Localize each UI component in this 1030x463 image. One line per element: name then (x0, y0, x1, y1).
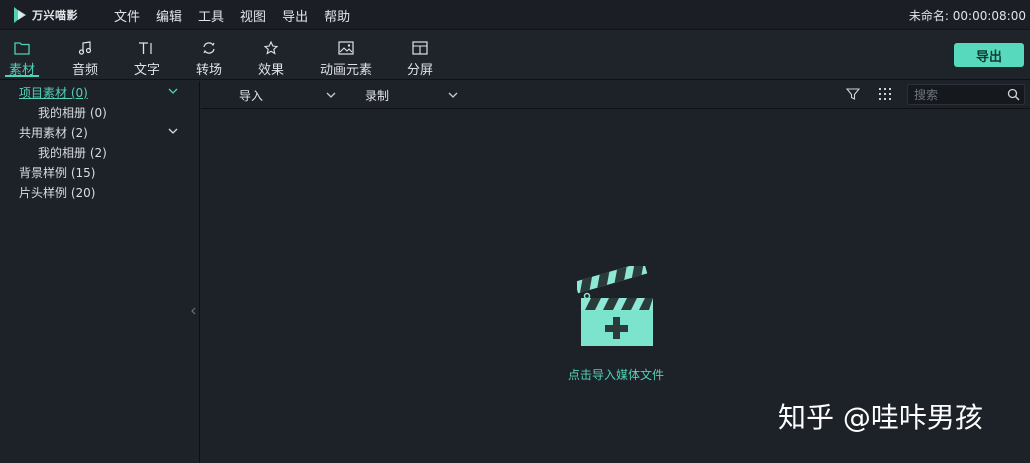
filter-icon[interactable] (846, 87, 860, 101)
media-library-sidebar: 项目素材 (0) 我的相册 (0) 共用素材 (2) 我的相册 (2) 背景样例… (0, 81, 200, 463)
watermark: 知乎 @哇咔男孩 (778, 401, 983, 434)
menu-view[interactable]: 视图 (240, 6, 266, 25)
chevron-down-icon[interactable] (166, 126, 180, 136)
sidebar-item-intro-samples[interactable]: 片头样例 (20) (19, 184, 95, 201)
sidebar-item-my-album-0[interactable]: 我的相册 (0) (38, 104, 107, 121)
grid-view-icon[interactable] (878, 87, 892, 101)
menu-tools[interactable]: 工具 (198, 6, 224, 25)
filter-bar: 导入 录制 (201, 81, 1030, 109)
app-name: 万兴喵影 (32, 9, 78, 22)
menu-edit[interactable]: 编辑 (156, 6, 182, 25)
tab-animation-elements[interactable]: 动画元素 (318, 38, 374, 78)
record-label: 录制 (365, 88, 390, 103)
menu: 文件 编辑 工具 视图 导出 帮助 (114, 0, 350, 30)
menu-file[interactable]: 文件 (114, 6, 140, 25)
folder-icon (7, 38, 37, 58)
tab-text-label: 文字 (133, 63, 160, 78)
menu-help[interactable]: 帮助 (324, 6, 350, 25)
tab-transition[interactable]: 转场 (193, 38, 225, 78)
sidebar-item-my-album-2[interactable]: 我的相册 (2) (38, 144, 107, 161)
record-dropdown[interactable]: 录制 (365, 81, 459, 109)
import-label: 导入 (239, 88, 264, 103)
active-tab-indicator (5, 75, 39, 77)
chevron-down-icon[interactable] (166, 86, 180, 96)
music-note-icon (69, 38, 101, 58)
menubar: 万兴喵影 文件 编辑 工具 视图 导出 帮助 未命名: 00:00:08:00 (0, 0, 1030, 30)
tab-transition-label: 转场 (195, 63, 222, 78)
sidebar-item-shared-media[interactable]: 共用素材 (2) (19, 124, 88, 141)
chevron-down-icon (448, 92, 458, 98)
chevron-down-icon (326, 92, 336, 98)
logo-icon (14, 7, 26, 23)
transition-icon (193, 38, 225, 58)
tab-media[interactable]: 素材 (7, 38, 37, 78)
tab-effects[interactable]: 效果 (255, 38, 287, 78)
search-box (907, 84, 1025, 105)
tab-effects-label: 效果 (257, 63, 284, 78)
export-button[interactable]: 导出 (954, 43, 1024, 67)
search-icon[interactable] (1007, 88, 1020, 101)
tab-audio-label: 音频 (71, 63, 98, 78)
tab-text[interactable]: 文字 (131, 38, 163, 78)
menu-export[interactable]: 导出 (282, 6, 308, 25)
split-screen-icon (405, 38, 435, 58)
search-input[interactable] (914, 86, 1004, 103)
import-media-prompt[interactable]: 点击导入媒体文件 (541, 366, 691, 383)
import-dropdown[interactable]: 导入 (239, 81, 337, 109)
tab-animation-elements-label: 动画元素 (319, 63, 372, 78)
toolbar: 素材 音频 文字 转场 效果 动画元素 分屏 导出 (0, 30, 1030, 80)
app-logo: 万兴喵影 (12, 4, 78, 26)
sidebar-item-background-samples[interactable]: 背景样例 (15) (19, 164, 95, 181)
clapperboard-add-icon[interactable] (577, 266, 657, 350)
effects-icon (255, 38, 287, 58)
tab-split-screen-label: 分屏 (406, 63, 433, 78)
tab-audio[interactable]: 音频 (69, 38, 101, 78)
collapse-handle-icon[interactable] (191, 307, 197, 315)
sidebar-item-project-media[interactable]: 项目素材 (0) (19, 84, 88, 101)
text-icon (131, 38, 163, 58)
tab-split-screen[interactable]: 分屏 (405, 38, 435, 78)
project-title: 未命名: 00:00:08:00 (908, 8, 1026, 23)
image-icon (318, 38, 374, 58)
